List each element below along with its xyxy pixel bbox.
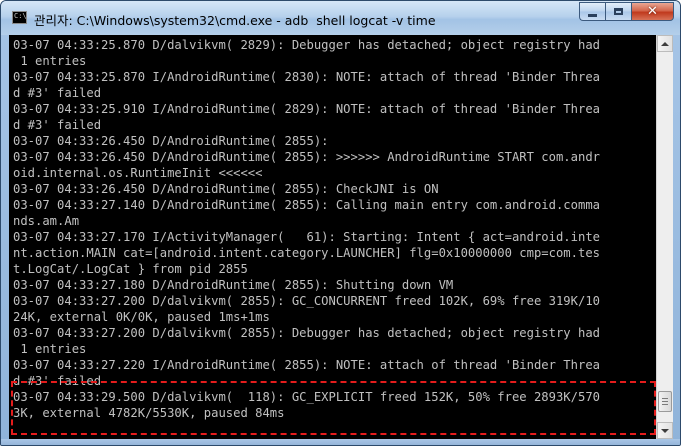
maximize-button[interactable] xyxy=(605,2,631,21)
cmd-app-icon-label: C:\ xyxy=(14,12,27,20)
console-line: t.LogCat/.LogCat } from pid 2855 xyxy=(13,262,248,276)
scroll-up-button[interactable] xyxy=(657,35,673,52)
console-output[interactable]: 03-07 04:33:25.870 D/dalvikvm( 2829): De… xyxy=(9,35,656,439)
scrollbar-thumb[interactable] xyxy=(658,391,672,412)
minimize-icon xyxy=(588,13,597,17)
console-line: 03-07 04:33:25.910 I/AndroidRuntime( 282… xyxy=(13,102,600,116)
close-button[interactable]: ✕ xyxy=(631,2,674,21)
title-bar[interactable]: C:\ 관리자: C:\Windows\system32\cmd.exe - a… xyxy=(1,1,680,35)
console-line: 3K, external 4782K/5530K, paused 84ms xyxy=(13,406,285,420)
close-icon: ✕ xyxy=(647,4,658,19)
console-line: 03-07 04:33:27.140 D/AndroidRuntime( 285… xyxy=(13,198,600,212)
console-line: nt.action.MAIN cat=[android.intent.categ… xyxy=(13,246,600,260)
console-line: oid.internal.os.RuntimeInit <<<<<< xyxy=(13,166,263,180)
console-line: 03-07 04:33:25.870 D/dalvikvm( 2829): De… xyxy=(13,38,600,52)
console-line: 1 entries xyxy=(13,54,87,68)
minimize-button[interactable] xyxy=(579,2,605,21)
arrow-up-icon xyxy=(661,41,669,46)
maximize-icon xyxy=(614,8,623,15)
console-line: 03-07 04:33:27.170 I/ActivityManager( 61… xyxy=(13,230,600,244)
console-line: d #3' failed xyxy=(13,86,102,100)
window-controls: ✕ xyxy=(579,2,674,22)
cmd-window: C:\ 관리자: C:\Windows\system32\cmd.exe - a… xyxy=(0,0,681,446)
console-line: 03-07 04:33:27.180 D/AndroidRuntime( 285… xyxy=(13,278,454,292)
window-title: 관리자: C:\Windows\system32\cmd.exe - adb s… xyxy=(34,13,436,28)
console-line: 03-07 04:33:27.200 D/dalvikvm( 2855): De… xyxy=(13,326,600,340)
console-line: 03-07 04:33:27.200 D/dalvikvm( 2855): GC… xyxy=(13,294,600,308)
console-line: 03-07 04:33:26.450 D/AndroidRuntime( 285… xyxy=(13,134,329,148)
console-line: 24K, external 0K/0K, paused 1ms+1ms xyxy=(13,310,270,324)
console-line: 03-07 04:33:29.500 D/dalvikvm( 118): GC_… xyxy=(13,390,600,404)
console-line: nds.am.Am xyxy=(13,214,80,228)
console-line: 03-07 04:33:25.870 I/AndroidRuntime( 283… xyxy=(13,70,600,84)
console-line: 03-07 04:33:26.450 D/AndroidRuntime( 285… xyxy=(13,150,600,164)
console-line: d #3' failed xyxy=(13,118,102,132)
console-lines: 03-07 04:33:25.870 D/dalvikvm( 2829): De… xyxy=(13,37,600,437)
cmd-app-icon[interactable]: C:\ xyxy=(12,11,27,24)
arrow-down-icon xyxy=(661,428,669,433)
window-bottom-border xyxy=(1,439,680,445)
vertical-scrollbar[interactable] xyxy=(656,35,673,439)
console-line: 03-07 04:33:27.220 I/AndroidRuntime( 285… xyxy=(13,358,600,372)
console-line: 03-07 04:33:26.450 D/AndroidRuntime( 285… xyxy=(13,182,439,196)
scroll-down-button[interactable] xyxy=(657,422,673,439)
console-line: 1 entries xyxy=(13,342,87,356)
console-line: d #3' failed xyxy=(13,374,102,388)
